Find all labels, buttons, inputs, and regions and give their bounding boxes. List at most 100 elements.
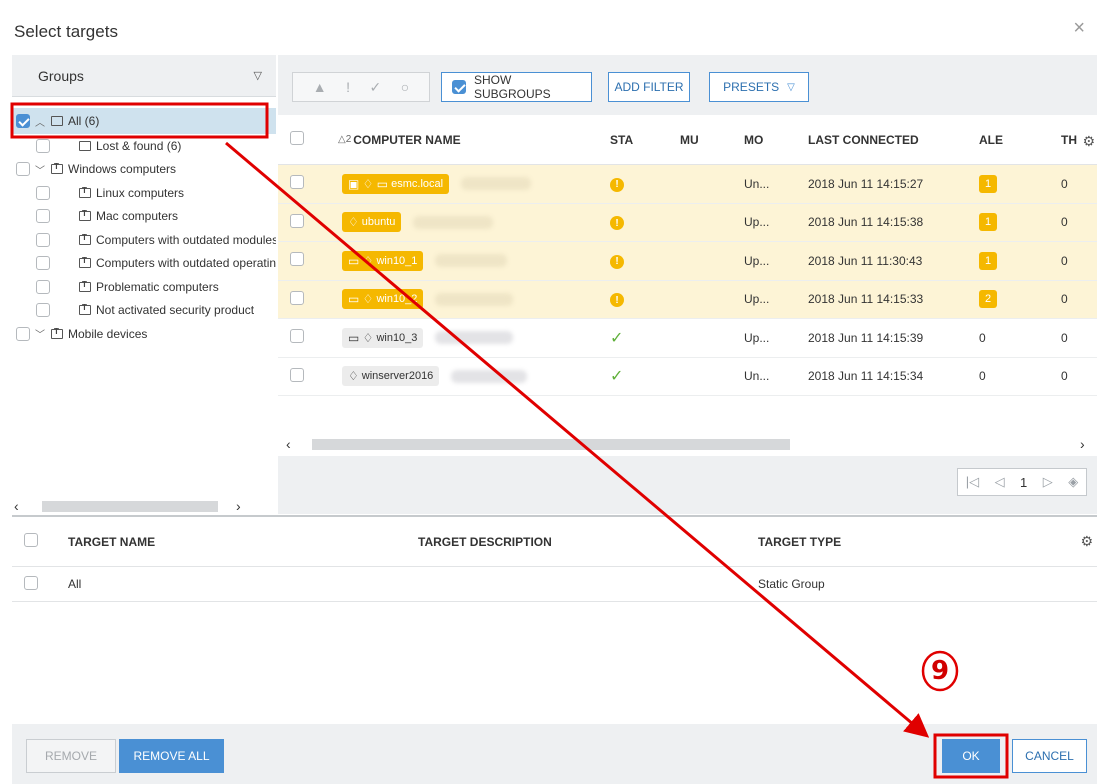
row-checkbox[interactable] [290,290,304,305]
group-checkbox[interactable] [36,185,50,200]
row-checkbox[interactable] [24,575,38,590]
last-connected-cell: 2018 Jun 11 14:15:34 [808,369,924,384]
ok-button[interactable]: OK [942,739,1000,773]
computer-name-pill[interactable]: ▭ ♢ win10_2 [342,289,424,310]
row-checkbox[interactable] [290,175,304,190]
group-checkbox[interactable] [36,232,50,247]
group-checkbox[interactable] [16,114,30,128]
group-tree-item[interactable]: Computers with outdated modules [12,228,276,252]
dynamic-group-icon [79,280,91,292]
column-settings-gear-icon[interactable]: ⚙ [1082,133,1095,150]
warning-status-icon: ! [610,216,624,230]
table-row[interactable]: ▭ ♢ win10_3 ✓ Up... 2018 Jun 11 14:15:39… [278,319,1097,358]
table-row[interactable]: ♢ ubuntu ! Up... 2018 Jun 11 14:15:38 1 … [278,203,1097,242]
group-checkbox[interactable] [36,279,50,294]
alerts-badge: 1 [979,174,997,193]
column-modules[interactable]: MO [744,133,808,147]
circle-icon[interactable]: ○ [401,79,409,95]
computer-name: win10_2 [376,293,418,306]
computer-name-pill[interactable]: ▭ ♢ win10_1 [342,250,424,271]
filter-dropdown-icon[interactable]: ▽ [254,69,262,82]
column-alerts[interactable]: ALE [979,133,1061,147]
remove-button[interactable]: REMOVE [26,739,116,773]
groups-horizontal-scrollbar[interactable]: ‹ › [12,498,276,514]
group-checkbox[interactable] [16,162,30,177]
computer-name-pill[interactable]: ▣ ♢ ▭ esmc.local [342,173,450,194]
layers-icon[interactable]: ◈ [1068,474,1078,490]
threats-cell: 0 [1061,176,1068,191]
error-exclamation-icon[interactable]: ! [346,79,350,95]
column-muted[interactable]: MU [680,133,744,147]
computer-name-pill[interactable]: ▭ ♢ win10_3 [342,327,424,348]
scrollbar-thumb[interactable] [42,500,218,512]
show-subgroups-checkbox[interactable] [452,80,466,94]
column-last-connected[interactable]: LAST CONNECTED [808,133,979,147]
group-label: Mobile devices [68,326,148,341]
scroll-right-icon[interactable]: › [236,498,241,514]
modules-cell: Un... [744,369,770,384]
group-checkbox[interactable] [16,326,30,341]
table-row[interactable]: ▣ ♢ ▭ esmc.local ! Un... 2018 Jun 11 14:… [278,165,1097,204]
close-icon[interactable]: × [1073,18,1085,38]
group-tree-item[interactable]: ﹀ Windows computers [12,158,276,182]
group-tree-item[interactable]: Problematic computers [12,275,276,299]
add-filter-button[interactable]: ADD FILTER [608,72,690,102]
group-tree-item[interactable]: Computers with outdated operating system [12,252,276,276]
column-status[interactable]: STA [610,133,680,147]
row-checkbox[interactable] [290,367,304,382]
group-tree-item[interactable]: Linux computers [12,181,276,205]
scrollbar-thumb[interactable] [312,439,790,450]
presets-button[interactable]: PRESETS ▽ [709,72,809,102]
select-all-checkbox[interactable] [290,131,304,145]
group-tree-item[interactable]: ︿ All (6) [12,108,276,134]
select-all-targets-checkbox[interactable] [24,533,38,547]
table-row[interactable]: ▭ ♢ win10_2 ! Up... 2018 Jun 11 14:15:33… [278,280,1097,319]
groups-header[interactable]: Groups ▽ [12,55,276,97]
column-computer-name[interactable]: △2 COMPUTER NAME [338,133,610,147]
table-row[interactable]: All Static Group [12,567,1097,602]
row-checkbox[interactable] [290,252,304,267]
table-row[interactable]: ▭ ♢ win10_1 ! Up... 2018 Jun 11 11:30:43… [278,242,1097,281]
row-checkbox[interactable] [290,329,304,344]
column-target-description[interactable]: TARGET DESCRIPTION [418,535,758,549]
chevron-down-icon[interactable]: ﹀ [34,326,46,341]
computer-name-pill[interactable]: ♢ ubuntu [342,212,402,233]
scroll-right-icon[interactable]: › [1080,436,1085,452]
computer-name: win10_3 [376,331,418,344]
group-tree-item[interactable]: Not activated security product [12,299,276,323]
previous-page-icon[interactable]: ◁ [995,474,1005,490]
column-target-type[interactable]: TARGET TYPE [758,535,1058,549]
group-label: Linux computers [96,185,185,200]
first-page-icon[interactable]: |◁ [966,474,979,490]
scroll-left-icon[interactable]: ‹ [286,436,291,452]
groups-header-label: Groups [38,67,84,84]
group-checkbox[interactable] [36,209,50,224]
chevron-up-icon[interactable]: ︿ [34,114,46,129]
column-settings-gear-icon[interactable]: ⚙ [1080,533,1093,550]
next-page-icon[interactable]: ▷ [1043,474,1053,490]
device-type-icons: ▭ ♢ [348,330,374,345]
group-checkbox[interactable] [36,138,50,153]
ok-checkmark-icon[interactable]: ✓ [370,79,382,96]
alerts-badge: 2 [979,290,997,309]
group-checkbox[interactable] [36,256,50,271]
sort-ascending-icon: △2 [338,134,352,145]
computer-name: esmc.local [391,177,444,190]
chevron-down-icon[interactable]: ﹀ [34,162,46,177]
groups-panel: Groups ▽ ︿ All (6) Lost & found (6) ﹀ Window… [12,55,276,515]
group-checkbox[interactable] [36,303,50,318]
show-subgroups-toggle[interactable]: SHOW SUBGROUPS [441,72,592,102]
group-tree-item[interactable]: Lost & found (6) [12,134,276,158]
row-checkbox[interactable] [290,213,304,228]
group-tree-item[interactable]: Mac computers [12,205,276,229]
computer-name-pill[interactable]: ♢ winserver2016 [342,366,440,387]
column-target-name[interactable]: TARGET NAME [68,535,418,549]
scroll-left-icon[interactable]: ‹ [14,498,19,514]
remove-all-button[interactable]: REMOVE ALL [119,739,224,773]
warning-triangle-icon[interactable]: ▲ [313,79,327,95]
table-row[interactable]: ♢ winserver2016 ✓ Un... 2018 Jun 11 14:1… [278,358,1097,396]
computers-horizontal-scrollbar[interactable]: ‹ › [278,436,1097,454]
cancel-button[interactable]: CANCEL [1012,739,1087,773]
dynamic-group-icon [79,186,91,198]
group-tree-item[interactable]: ﹀ Mobile devices [12,322,276,346]
